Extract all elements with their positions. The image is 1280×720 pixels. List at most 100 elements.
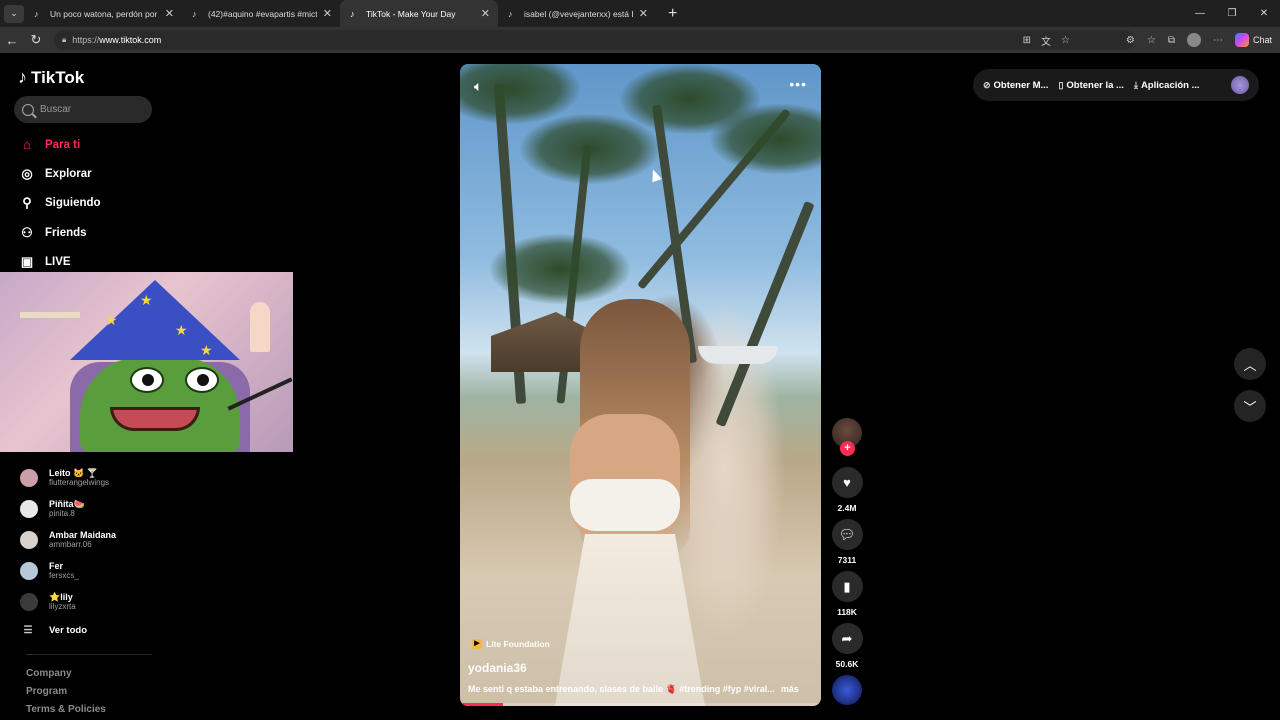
see-all-button[interactable]: ☰ Ver todo: [20, 617, 160, 645]
translate-icon[interactable]: 文: [1041, 33, 1051, 48]
close-tab-icon[interactable]: ✕: [481, 7, 490, 20]
account-name: Fer: [49, 560, 64, 571]
url-field[interactable]: 🔒︎ https://www.tiktok.com: [54, 30, 1134, 50]
follow-plus-icon[interactable]: +: [840, 441, 855, 456]
following-account-item[interactable]: Fer fersxcs_: [20, 555, 160, 586]
heart-icon: ♥: [843, 475, 851, 490]
caption-more-link[interactable]: más: [781, 684, 799, 695]
account-name: Ambar Maidana: [49, 529, 117, 540]
palm-fronds: [490, 234, 630, 304]
account-text: ⭐lily lilyzxrta: [49, 592, 76, 612]
footer-link-program[interactable]: Program: [26, 683, 106, 701]
share-button[interactable]: ➦: [831, 623, 863, 654]
palm-fronds: [520, 114, 660, 184]
favorites-icon[interactable]: ☆: [1147, 35, 1156, 46]
restore-icon[interactable]: ❐: [1216, 8, 1248, 19]
tiktok-note-icon: ♪: [18, 67, 27, 87]
download-icon: ⤓: [1133, 79, 1138, 90]
like-count: 2.4M: [837, 503, 857, 513]
lite-foundation-badge[interactable]: ▶ Lite Foundation: [472, 639, 550, 649]
avatar: [20, 469, 38, 488]
close-tab-icon[interactable]: ✕: [323, 7, 332, 20]
tiktok-logo[interactable]: ♪ TikTok: [18, 67, 84, 88]
tab-actions-menu[interactable]: ⌄: [4, 4, 24, 23]
extensions-icon[interactable]: ⚙: [1126, 35, 1135, 46]
copilot-chat-button[interactable]: Chat: [1234, 33, 1272, 47]
close-tab-icon[interactable]: ✕: [639, 7, 648, 20]
more-options-icon[interactable]: •••: [789, 76, 807, 92]
header-btn-label: Obtener la ...: [1066, 79, 1124, 91]
boat: [698, 346, 778, 364]
profile-avatar[interactable]: [1186, 33, 1201, 47]
search-input[interactable]: [40, 104, 140, 115]
next-video-button[interactable]: ﹀: [1234, 390, 1266, 422]
favorite-star-icon[interactable]: ☆: [1061, 35, 1070, 46]
sidebar-item-siguiendo[interactable]: ⚲ Siguiendo: [18, 189, 158, 218]
tab-title: (42)#aquino #evapartis #mictia00: [208, 8, 317, 19]
app-available-icon[interactable]: ⊞: [1023, 35, 1031, 46]
reload-icon[interactable]: ↻: [24, 32, 48, 48]
comment-button[interactable]: 💬︎: [831, 519, 863, 550]
chevron-down-icon: ﹀: [1243, 399, 1257, 415]
volume-icon[interactable]: 🔈︎: [474, 78, 482, 95]
close-window-icon[interactable]: ✕: [1248, 8, 1280, 19]
more-menu-icon[interactable]: ⋯: [1213, 35, 1223, 46]
desktop-app-button[interactable]: ⤓ Aplicación ...: [1134, 80, 1200, 91]
person-top: [570, 479, 680, 531]
lock-icon[interactable]: 🔒︎: [62, 35, 66, 45]
account-name: Piñita🍉: [49, 499, 85, 510]
following-account-item[interactable]: ⭐lily lilyzxrta: [20, 586, 160, 617]
save-button[interactable]: ▮: [831, 571, 863, 602]
video-author[interactable]: yodania36: [468, 661, 527, 675]
get-coins-button[interactable]: ⊘ Obtener M...: [983, 80, 1048, 91]
frog-eye: [130, 367, 164, 393]
tab-title: TikTok - Make Your Day: [366, 8, 456, 19]
account-handle: lilyzxrta: [49, 601, 76, 611]
url-tools: ⊞ 文 ☆: [1023, 27, 1070, 53]
browser-tab-active[interactable]: ♪ TikTok - Make Your Day ✕: [340, 0, 498, 27]
account-name: ⭐lily: [49, 591, 73, 602]
sidebar-item-para-ti[interactable]: ⌂ Para ti: [18, 130, 158, 159]
tiktok-favicon-icon: ♪: [192, 8, 197, 19]
sound-disc[interactable]: [832, 675, 862, 705]
account-text: Ambar Maidana ammbarr.06: [49, 530, 116, 550]
previous-video-button[interactable]: ︿: [1234, 348, 1266, 380]
account-text: Piñita🍉 pinita.8: [49, 499, 85, 519]
minimize-icon[interactable]: —: [1184, 8, 1216, 19]
collections-icon[interactable]: ⧉: [1168, 35, 1175, 46]
following-account-item[interactable]: Ambar Maidana ammbarr.06: [20, 525, 160, 556]
friends-icon: ⚇: [21, 224, 33, 240]
footer-link-company[interactable]: Company: [26, 665, 106, 683]
following-account-item[interactable]: Piñita🍉 pinita.8: [20, 494, 160, 525]
like-button[interactable]: ♥: [831, 467, 863, 498]
close-tab-icon[interactable]: ✕: [165, 7, 174, 20]
sidebar-item-explorar[interactable]: ◎ Explorar: [18, 159, 158, 188]
browser-tab[interactable]: ♪ Un poco watona, perdón por las e ✕: [24, 0, 182, 27]
sidebar-item-label: Siguiendo: [45, 197, 101, 210]
following-account-item[interactable]: Leito 🐱 🍸 flutterangelwings: [20, 463, 160, 494]
avatar: [20, 530, 38, 549]
back-icon[interactable]: ←: [0, 33, 24, 48]
video-player[interactable]: 🔈︎ ••• ▶ Lite Foundation yodania36 Me se…: [460, 64, 821, 706]
coin-icon: ⊘: [983, 79, 991, 90]
sidebar-item-friends[interactable]: ⚇ Friends: [18, 218, 158, 247]
comment-count: 7311: [837, 555, 857, 565]
new-tab-button[interactable]: +: [668, 5, 677, 23]
frog-eye: [185, 367, 219, 393]
avatar: [20, 500, 38, 519]
user-avatar[interactable]: [1231, 76, 1249, 94]
account-text: Leito 🐱 🍸 flutterangelwings: [49, 468, 109, 488]
get-app-button[interactable]: ▯ Obtener la ...: [1058, 80, 1124, 91]
url-host: www.tiktok.com: [99, 35, 162, 45]
person-skirt: [555, 534, 705, 706]
bookmark-icon: ▮: [843, 578, 851, 594]
compass-icon: ◎: [21, 165, 33, 181]
footer-link-terms[interactable]: Terms & Policies: [26, 701, 106, 719]
browser-tab[interactable]: ♪ (42)#aquino #evapartis #mictia00 ✕: [182, 0, 340, 27]
browser-tab[interactable]: ♪ isabel (@vevejanterxx) está LIVE: T ✕: [498, 0, 656, 27]
search-bar[interactable]: [14, 96, 152, 123]
palm-trunk: [715, 200, 815, 428]
video-progress-bar[interactable]: [460, 703, 821, 706]
browser-toolbar: ⚙ ☆ ⧉ ⋯ Chat: [1126, 27, 1272, 53]
creator-avatar[interactable]: +: [832, 418, 862, 456]
